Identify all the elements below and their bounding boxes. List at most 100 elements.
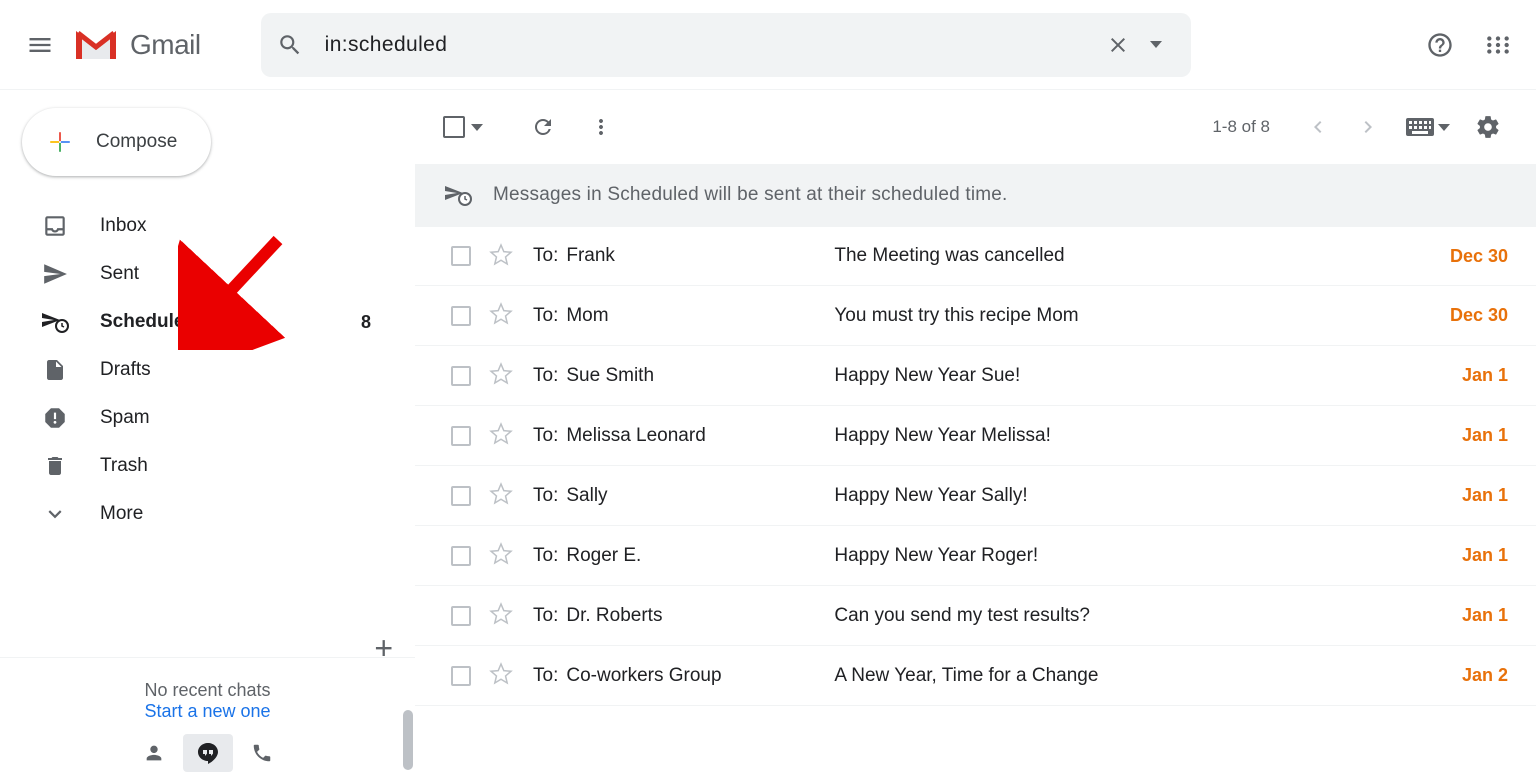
email-subject: A New Year, Time for a Change — [834, 665, 1462, 687]
apps-grid-icon — [1485, 32, 1511, 58]
email-checkbox[interactable] — [451, 666, 471, 686]
start-new-chat-link[interactable]: Start a new one — [0, 701, 415, 722]
email-row[interactable]: To:SallyHappy New Year Sally!Jan 1 — [415, 466, 1536, 526]
sidebar-item-sent[interactable]: Sent — [0, 250, 395, 298]
email-checkbox[interactable] — [451, 366, 471, 386]
header: Gmail — [0, 0, 1536, 90]
email-row[interactable]: To:Roger E.Happy New Year Roger!Jan 1 — [415, 526, 1536, 586]
to-label: To: — [533, 245, 558, 267]
search-options-button[interactable] — [1137, 26, 1175, 64]
sidebar-item-trash[interactable]: Trash — [0, 442, 395, 490]
support-button[interactable] — [1418, 23, 1462, 67]
chevron-left-icon — [1306, 115, 1330, 139]
to-label: To: — [533, 365, 558, 387]
compose-button[interactable]: Compose — [22, 108, 211, 176]
inbox-icon — [40, 211, 70, 241]
email-list: To:FrankThe Meeting was cancelledDec 30T… — [415, 226, 1536, 706]
chat-tabs — [0, 728, 415, 778]
caret-down-icon — [1150, 41, 1162, 48]
email-checkbox[interactable] — [451, 606, 471, 626]
more-vert-icon — [589, 115, 613, 139]
sidebar-item-inbox[interactable]: Inbox — [0, 202, 395, 250]
select-all-checkbox[interactable] — [443, 116, 483, 138]
sidebar-item-label: Spam — [100, 407, 150, 429]
email-checkbox[interactable] — [451, 546, 471, 566]
close-icon — [1106, 33, 1130, 57]
to-label: To: — [533, 425, 558, 447]
star-button[interactable] — [489, 542, 513, 569]
person-icon — [143, 742, 165, 764]
star-button[interactable] — [489, 662, 513, 689]
input-tools-button[interactable] — [1406, 118, 1450, 136]
to-label: To: — [533, 545, 558, 567]
refresh-button[interactable] — [523, 107, 563, 147]
drafts-icon — [40, 355, 70, 385]
keyboard-icon — [1406, 118, 1434, 136]
email-row[interactable]: To:Sue SmithHappy New Year Sue!Jan 1 — [415, 346, 1536, 406]
hangouts-icon — [196, 741, 220, 765]
star-button[interactable] — [489, 482, 513, 509]
banner-text: Messages in Scheduled will be sent at th… — [493, 184, 1008, 206]
email-recipient: Sue Smith — [566, 365, 834, 387]
compose-label: Compose — [96, 131, 177, 153]
sidebar-item-label: Trash — [100, 455, 148, 477]
more-actions-button[interactable] — [581, 107, 621, 147]
body: Compose Inbox Sent Scheduled 8 Drafts Spam Tra… — [0, 90, 1536, 778]
new-chat-button[interactable]: + — [374, 630, 393, 667]
email-checkbox[interactable] — [451, 306, 471, 326]
gmail-logo[interactable]: Gmail — [72, 27, 201, 63]
older-button[interactable] — [1348, 107, 1388, 147]
star-button[interactable] — [489, 422, 513, 449]
sidebar-item-count: 8 — [361, 312, 371, 333]
email-date: Jan 1 — [1462, 425, 1508, 446]
sidebar: Compose Inbox Sent Scheduled 8 Drafts Spam Tra… — [0, 90, 415, 778]
search-icon[interactable] — [277, 32, 303, 58]
email-row[interactable]: To:Dr. RobertsCan you send my test resul… — [415, 586, 1536, 646]
sidebar-item-label: Inbox — [100, 215, 146, 237]
gmail-logo-text: Gmail — [130, 29, 201, 61]
email-checkbox[interactable] — [451, 426, 471, 446]
settings-button[interactable] — [1468, 107, 1508, 147]
scrollbar-thumb[interactable] — [403, 710, 413, 770]
google-apps-button[interactable] — [1476, 23, 1520, 67]
email-row[interactable]: To:Co-workers GroupA New Year, Time for … — [415, 646, 1536, 706]
chat-text: No recent chats Start a new one — [0, 658, 415, 728]
email-recipient: Mom — [566, 305, 834, 327]
caret-down-icon — [1438, 124, 1450, 131]
star-button[interactable] — [489, 602, 513, 629]
chat-tab-contacts[interactable] — [129, 734, 179, 772]
schedule-send-icon — [443, 183, 473, 207]
sidebar-item-label: Drafts — [100, 359, 151, 381]
clear-search-button[interactable] — [1099, 26, 1137, 64]
main-menu-button[interactable] — [16, 21, 64, 69]
email-subject: Happy New Year Melissa! — [834, 425, 1462, 447]
chat-tab-phone[interactable] — [237, 734, 287, 772]
plus-icon — [44, 126, 76, 158]
header-right — [1378, 23, 1520, 67]
email-row[interactable]: To:Melissa LeonardHappy New Year Melissa… — [415, 406, 1536, 466]
sidebar-item-label: Scheduled — [100, 311, 196, 333]
email-subject: Happy New Year Sue! — [834, 365, 1462, 387]
scheduled-banner: Messages in Scheduled will be sent at th… — [415, 164, 1536, 226]
email-recipient: Roger E. — [566, 545, 834, 567]
sidebar-item-spam[interactable]: Spam — [0, 394, 395, 442]
search-bar — [261, 13, 1191, 77]
caret-down-icon — [471, 124, 483, 131]
sidebar-item-drafts[interactable]: Drafts — [0, 346, 395, 394]
newer-button[interactable] — [1298, 107, 1338, 147]
email-checkbox[interactable] — [451, 246, 471, 266]
refresh-icon — [531, 115, 555, 139]
email-checkbox[interactable] — [451, 486, 471, 506]
star-button[interactable] — [489, 243, 513, 270]
sidebar-item-scheduled[interactable]: Scheduled 8 — [0, 298, 395, 346]
star-button[interactable] — [489, 302, 513, 329]
chat-section: + No recent chats Start a new one — [0, 657, 415, 778]
chat-tab-hangouts[interactable] — [183, 734, 233, 772]
search-input[interactable] — [325, 33, 1099, 57]
sidebar-item-more[interactable]: More — [0, 490, 395, 538]
email-row[interactable]: To:FrankThe Meeting was cancelledDec 30 — [415, 226, 1536, 286]
phone-icon — [251, 742, 273, 764]
email-row[interactable]: To:MomYou must try this recipe MomDec 30 — [415, 286, 1536, 346]
star-button[interactable] — [489, 362, 513, 389]
email-recipient: Co-workers Group — [566, 665, 834, 687]
